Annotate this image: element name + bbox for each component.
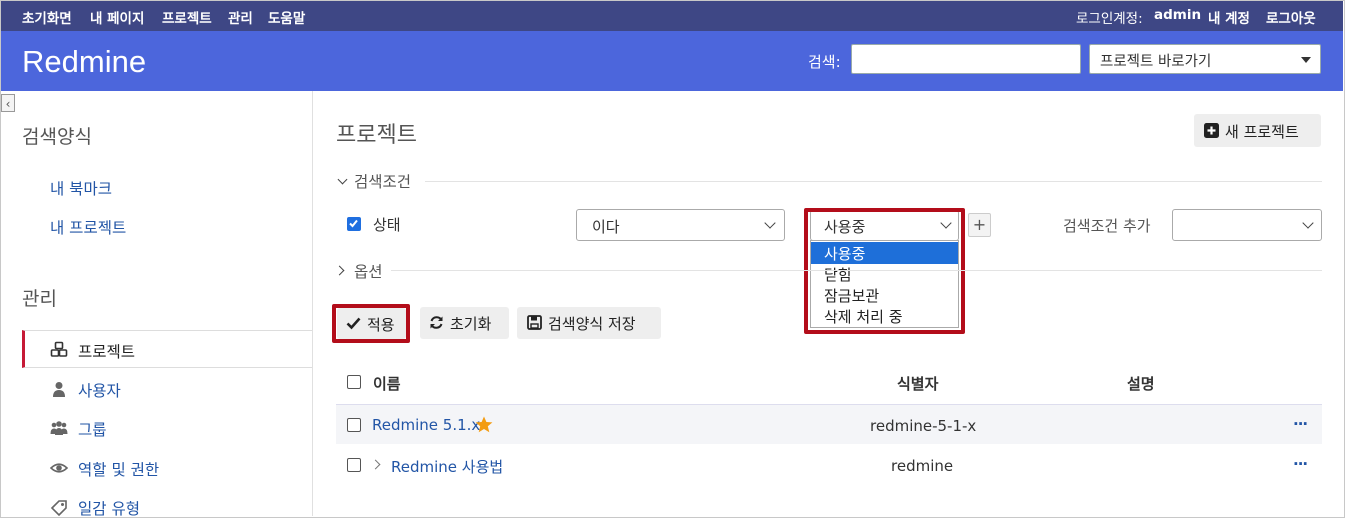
logout-link[interactable]: 로그아웃 bbox=[1266, 7, 1316, 27]
search-input[interactable] bbox=[851, 44, 1081, 74]
menu-home[interactable]: 초기화면 bbox=[22, 7, 72, 27]
select-all-checkbox[interactable] bbox=[347, 375, 361, 389]
save-query-label: 검색양식 저장 bbox=[548, 315, 636, 333]
chevron-down-icon bbox=[337, 174, 348, 185]
page-title: 프로젝트 bbox=[336, 123, 417, 148]
logged-in-user[interactable]: admin bbox=[1154, 7, 1201, 23]
sidebar-item-projects[interactable]: 프로젝트 bbox=[22, 330, 312, 368]
sidebar-item-label: 그룹 bbox=[78, 421, 107, 439]
plus-icon: + bbox=[972, 215, 987, 234]
app-title: Redmine bbox=[22, 44, 147, 79]
filters-legend[interactable]: 검색조건 bbox=[354, 170, 411, 192]
column-header-identifier[interactable]: 식별자 bbox=[897, 373, 938, 394]
projects-icon bbox=[50, 341, 68, 359]
add-filter-label: 검색조건 추가 bbox=[1063, 217, 1151, 235]
tracker-icon bbox=[50, 498, 68, 517]
search-label: 검색: bbox=[808, 53, 841, 71]
menu-help[interactable]: 도움말 bbox=[268, 7, 305, 27]
sidebar-item-label: 프로젝트 bbox=[78, 343, 136, 361]
caret-down-icon bbox=[1301, 57, 1311, 63]
clear-label: 초기화 bbox=[450, 315, 492, 333]
filter-status-checkbox[interactable] bbox=[347, 217, 361, 231]
add-icon bbox=[1204, 123, 1219, 142]
sidebar-item-label: 사용자 bbox=[78, 382, 121, 400]
apply-highlight-box bbox=[332, 304, 410, 343]
chevron-left-icon: ‹ bbox=[5, 97, 11, 111]
chevron-right-icon bbox=[370, 459, 381, 470]
filter-operator-select[interactable]: 이다 bbox=[576, 209, 785, 241]
sidebar-item-label: 일감 유형 bbox=[78, 500, 140, 518]
filter-status-label: 상태 bbox=[373, 216, 401, 234]
toggle-multiselect-button[interactable]: + bbox=[968, 213, 991, 237]
chevron-right-icon bbox=[334, 265, 345, 276]
new-project-label: 새 프로젝트 bbox=[1225, 123, 1299, 141]
star-icon[interactable] bbox=[475, 416, 493, 437]
sidebar-queries-heading: 검색양식 bbox=[22, 126, 92, 148]
project-link[interactable]: Redmine 5.1.x bbox=[372, 416, 480, 434]
chevron-down-icon bbox=[764, 217, 776, 229]
save-query-button[interactable]: 검색양식 저장 bbox=[517, 307, 661, 339]
chevron-down-icon bbox=[1302, 217, 1314, 229]
user-icon bbox=[50, 380, 68, 398]
sidebar-divider bbox=[312, 91, 313, 516]
row-actions-menu[interactable]: ··· bbox=[1293, 455, 1308, 473]
project-jump-label: 프로젝트 바로가기 bbox=[1100, 54, 1212, 70]
group-icon bbox=[50, 419, 68, 437]
row-actions-menu[interactable]: ··· bbox=[1293, 415, 1308, 433]
dropdown-highlight-box bbox=[804, 208, 965, 334]
clear-button[interactable]: 초기화 bbox=[420, 307, 509, 339]
logged-in-label: 로그인계정: bbox=[1076, 11, 1143, 27]
sidebar-collapse-toggle[interactable]: ‹ bbox=[1, 94, 15, 112]
row-checkbox[interactable] bbox=[347, 458, 361, 472]
project-identifier: redmine-5-1-x bbox=[870, 417, 977, 435]
sidebar-item-roles[interactable]: 역할 및 권한 bbox=[22, 449, 312, 487]
reload-icon bbox=[429, 315, 444, 334]
eye-icon bbox=[49, 459, 69, 477]
sidebar-item-users[interactable]: 사용자 bbox=[22, 370, 312, 408]
table-row: Redmine 사용법 redmine ··· bbox=[336, 446, 1322, 486]
new-project-button[interactable]: 새 프로젝트 bbox=[1194, 114, 1321, 147]
sidebar-admin-heading: 관리 bbox=[22, 288, 57, 310]
sidebar-link-my-projects[interactable]: 내 프로젝트 bbox=[50, 216, 126, 238]
project-jump-select[interactable]: 프로젝트 바로가기 bbox=[1089, 44, 1321, 74]
menu-my-page[interactable]: 내 페이지 bbox=[90, 7, 144, 27]
add-filter-select[interactable] bbox=[1172, 209, 1322, 241]
filter-operator-value: 이다 bbox=[592, 218, 620, 236]
menu-administration[interactable]: 관리 bbox=[228, 7, 253, 27]
sidebar-item-label: 역할 및 권한 bbox=[78, 461, 160, 479]
project-link[interactable]: Redmine 사용법 bbox=[391, 456, 503, 477]
options-legend[interactable]: 옵션 bbox=[354, 260, 383, 282]
sidebar-link-my-bookmarks[interactable]: 내 북마크 bbox=[50, 177, 112, 199]
project-identifier: redmine bbox=[891, 457, 954, 475]
sidebar-item-groups[interactable]: 그룹 bbox=[22, 409, 312, 447]
column-header-name[interactable]: 이름 bbox=[373, 373, 401, 394]
row-checkbox[interactable] bbox=[347, 418, 361, 432]
table-row: Redmine 5.1.x redmine-5-1-x ··· bbox=[336, 404, 1322, 444]
column-header-description[interactable]: 설명 bbox=[1127, 373, 1155, 394]
filters-divider bbox=[425, 181, 1322, 182]
sidebar-item-trackers[interactable]: 일감 유형 bbox=[22, 488, 312, 526]
my-account-link[interactable]: 내 계정 bbox=[1208, 7, 1250, 27]
menu-projects[interactable]: 프로젝트 bbox=[162, 7, 212, 27]
options-divider bbox=[391, 270, 1322, 271]
save-icon bbox=[527, 315, 542, 334]
top-menu: 초기화면 내 페이지 프로젝트 관리 도움말 로그인계정: admin 내 계정… bbox=[0, 0, 1343, 31]
